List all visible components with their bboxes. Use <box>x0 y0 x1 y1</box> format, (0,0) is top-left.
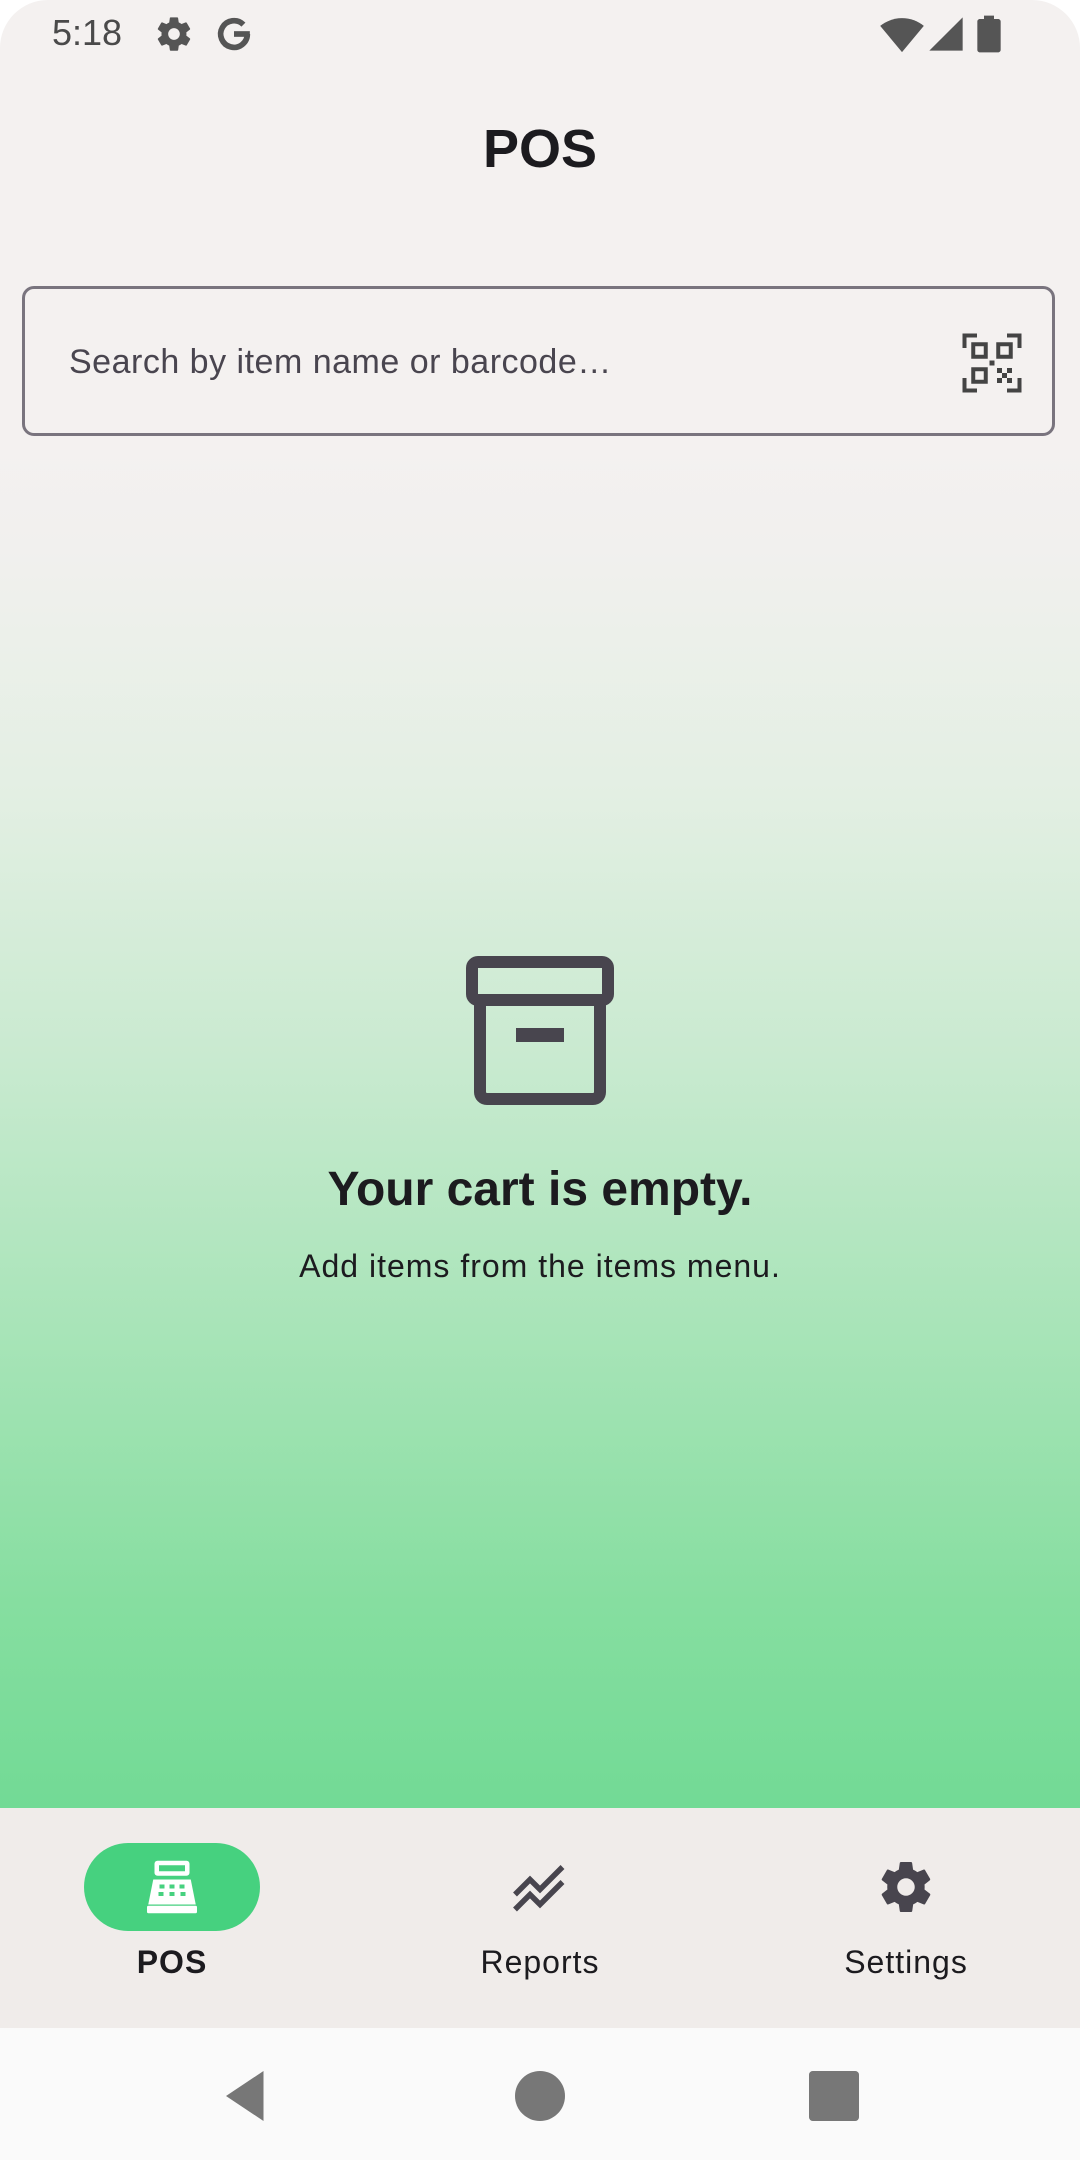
nav-label-pos: POS <box>136 1944 208 1980</box>
search-input[interactable] <box>67 289 931 435</box>
nav-label-reports: Reports <box>480 1944 600 1980</box>
back-icon[interactable] <box>216 2066 276 2126</box>
google-icon <box>217 17 251 51</box>
battery-icon <box>977 15 1001 53</box>
home-icon[interactable] <box>510 2066 570 2126</box>
archive-box-icon <box>466 956 614 1105</box>
wifi-icon <box>880 18 924 53</box>
phone-screen: 5:18 POS Search by item name or barcode…… <box>0 0 1080 2160</box>
empty-cart-subtitle: Add items from the items menu. <box>299 1248 781 1284</box>
qr-code-scan-icon <box>962 333 1022 393</box>
nav-item-pos[interactable]: POS <box>22 1808 322 2028</box>
recents-icon[interactable] <box>804 2066 864 2126</box>
search-field[interactable] <box>22 286 1055 436</box>
bottom-navigation: POS Reports Settings <box>0 1808 1080 2028</box>
cash-register-icon <box>147 1860 197 1914</box>
nav-label-settings: Settings <box>844 1944 968 1980</box>
system-navigation-bar <box>0 2028 1080 2160</box>
scan-barcode-button[interactable] <box>962 333 1022 393</box>
trending-chart-icon <box>513 1865 565 1912</box>
nav-item-reports[interactable]: Reports <box>390 1808 690 2028</box>
status-bar: 5:18 <box>0 0 1080 70</box>
gear-icon <box>881 1862 931 1913</box>
nav-item-settings[interactable]: Settings <box>756 1808 1056 2028</box>
page-title: POS <box>482 119 598 179</box>
empty-cart-title: Your cart is empty. <box>327 1163 753 1216</box>
gear-icon <box>157 17 191 51</box>
cart-area: Your cart is empty. Add items from the i… <box>0 440 1080 1808</box>
status-time: 5:18 <box>52 12 123 53</box>
signal-icon <box>929 17 963 51</box>
